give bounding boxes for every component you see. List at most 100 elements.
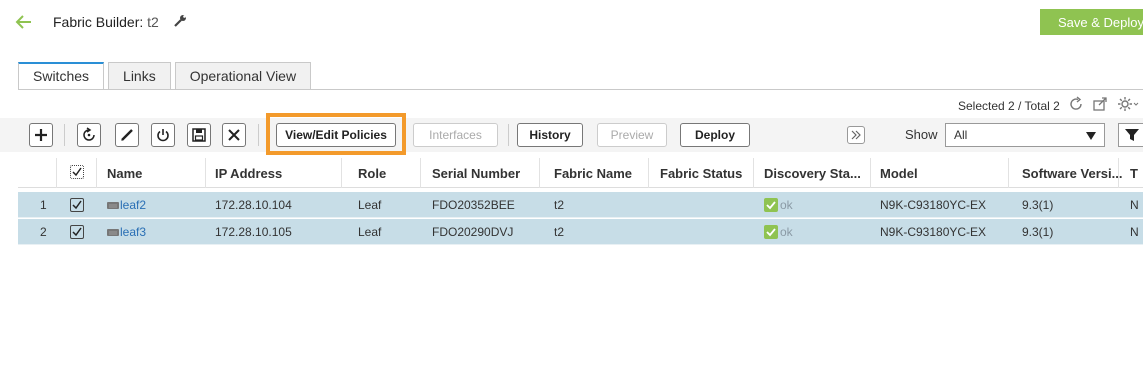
t-column-value: N	[1130, 225, 1139, 239]
column-divider	[56, 158, 57, 188]
role: Leaf	[358, 198, 382, 212]
switch-name: leaf2	[120, 198, 147, 212]
plus-icon	[35, 129, 47, 141]
page-header: Fabric Builder: t2 Save & Deploy	[0, 0, 1143, 44]
reload-switch-button[interactable]	[151, 123, 175, 147]
role: Leaf	[358, 225, 382, 239]
settings-gear-icon[interactable]	[1117, 96, 1139, 112]
tab-links[interactable]: Links	[108, 62, 171, 90]
model: N9K-C93180YC-EX	[880, 225, 987, 239]
column-divider	[1008, 158, 1009, 188]
column-divider	[96, 158, 97, 188]
col-header-fabric-name[interactable]: Fabric Name	[554, 166, 632, 181]
col-header-fabric-status[interactable]: Fabric Status	[660, 166, 742, 181]
software-version: 9.3(1)	[1022, 225, 1054, 239]
filter-button[interactable]	[1118, 123, 1143, 147]
model: N9K-C93180YC-EX	[880, 198, 987, 212]
column-divider	[539, 158, 540, 188]
table-row[interactable]: 1 leaf2 172.28.10.104 Leaf FDO20352BEE t…	[18, 192, 1143, 218]
table-header: Name IP Address Role Serial Number Fabri…	[18, 158, 1143, 188]
wrench-icon[interactable]	[172, 13, 188, 29]
power-icon	[157, 129, 169, 142]
pencil-icon	[121, 129, 133, 141]
page-title-prefix: Fabric Builder:	[53, 14, 148, 30]
double-chevron-right-icon	[851, 130, 861, 140]
interfaces-button[interactable]: Interfaces	[413, 123, 498, 147]
discovery-status-text: ok	[780, 198, 793, 212]
column-divider	[205, 158, 206, 188]
checkmark-icon	[72, 200, 82, 210]
show-filter-select[interactable]: All	[945, 123, 1105, 147]
ip-address: 172.28.10.105	[215, 225, 292, 239]
checkmark-icon	[72, 167, 82, 177]
col-header-discovery-status[interactable]: Discovery Sta...	[764, 166, 861, 181]
save-config-button[interactable]	[187, 123, 211, 147]
serial-number: FDO20352BEE	[432, 198, 515, 212]
switch-name: leaf3	[120, 225, 147, 239]
tab-switches[interactable]: Switches	[18, 62, 105, 90]
ok-check-icon	[764, 198, 778, 212]
col-header-name[interactable]: Name	[107, 166, 142, 181]
col-header-t[interactable]: T	[1130, 166, 1138, 181]
column-divider	[648, 158, 649, 188]
page-title: Fabric Builder: t2	[53, 14, 159, 30]
column-divider	[1118, 158, 1119, 188]
fabric-name: t2	[147, 14, 159, 30]
save-disk-icon	[192, 128, 206, 142]
selection-count: Selected 2 / Total 2	[958, 99, 1060, 113]
select-all-checkbox[interactable]	[70, 165, 84, 179]
discovery-status: ok	[764, 198, 793, 212]
show-filter-label: Show	[905, 127, 938, 142]
column-divider	[341, 158, 342, 188]
col-header-software-version[interactable]: Software Versi...	[1022, 166, 1122, 181]
add-switch-button[interactable]	[29, 123, 53, 147]
export-icon[interactable]	[1092, 96, 1108, 112]
col-header-role[interactable]: Role	[358, 166, 386, 181]
fabric-name: t2	[554, 225, 565, 239]
caret-down-icon	[1086, 132, 1096, 140]
toolbar-separator	[64, 124, 65, 146]
delete-switch-button[interactable]	[222, 123, 246, 147]
edit-switch-button[interactable]	[115, 123, 139, 147]
col-header-ip-address[interactable]: IP Address	[215, 166, 282, 181]
toolbar-separator	[258, 124, 259, 146]
discovery-status-text: ok	[780, 225, 793, 239]
history-button[interactable]: History	[517, 123, 583, 147]
row-checkbox[interactable]	[70, 225, 84, 239]
preview-button[interactable]: Preview	[597, 123, 667, 147]
switch-name-link[interactable]: leaf2	[107, 198, 146, 212]
tab-bar: Switches Links Operational View	[18, 62, 315, 90]
row-index: 1	[40, 198, 47, 212]
table-row[interactable]: 2 leaf3 172.28.10.105 Leaf FDO20290DVJ t…	[18, 219, 1143, 245]
checkmark-icon	[72, 227, 82, 237]
save-deploy-button[interactable]: Save & Deploy	[1040, 9, 1143, 35]
switches-toolbar: View/Edit Policies Interfaces History Pr…	[0, 118, 1143, 152]
tab-divider	[18, 89, 1143, 90]
column-divider	[870, 158, 871, 188]
show-filter-value: All	[954, 128, 968, 142]
back-arrow-icon[interactable]	[14, 12, 34, 32]
ip-address: 172.28.10.104	[215, 198, 292, 212]
refresh-icon[interactable]	[1068, 96, 1084, 112]
tab-operational-view[interactable]: Operational View	[174, 62, 312, 90]
deploy-button[interactable]: Deploy	[680, 123, 750, 147]
row-checkbox[interactable]	[70, 198, 84, 212]
rediscover-button[interactable]	[77, 123, 101, 147]
close-icon	[228, 129, 240, 141]
highlight-annotation	[266, 113, 406, 155]
switch-icon	[107, 202, 119, 209]
toolbar-separator	[508, 124, 509, 146]
col-header-model[interactable]: Model	[880, 166, 918, 181]
funnel-icon	[1125, 129, 1139, 141]
discovery-status: ok	[764, 225, 793, 239]
switch-icon	[107, 229, 119, 236]
col-header-serial-number[interactable]: Serial Number	[432, 166, 520, 181]
column-divider	[753, 158, 754, 188]
t-column-value: N	[1130, 198, 1139, 212]
fabric-name: t2	[554, 198, 565, 212]
switch-name-link[interactable]: leaf3	[107, 225, 146, 239]
expand-toolbar-button[interactable]	[847, 126, 865, 144]
row-index: 2	[40, 225, 47, 239]
rediscover-icon	[83, 127, 95, 141]
software-version: 9.3(1)	[1022, 198, 1054, 212]
